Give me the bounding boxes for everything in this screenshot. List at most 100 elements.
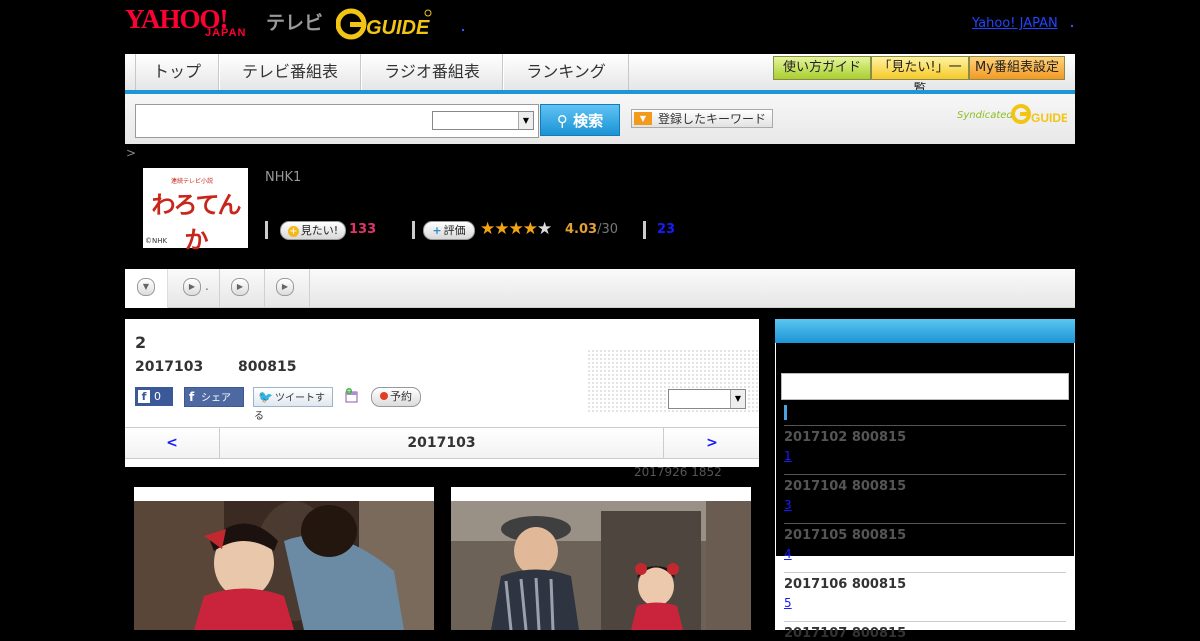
search-icon: ⚲ bbox=[556, 112, 568, 130]
mitai-count: 133 bbox=[349, 222, 377, 237]
program-tabs: ▼ ▶ . ▶ ▶ bbox=[125, 269, 1075, 308]
episode-photo[interactable] bbox=[451, 487, 751, 630]
separator-dot bbox=[1071, 25, 1073, 27]
tv-logo-text[interactable]: テレビ bbox=[266, 8, 323, 35]
facebook-share-button[interactable]: f シェア bbox=[184, 387, 244, 407]
play-icon[interactable]: ▶ bbox=[231, 278, 249, 296]
nav-tab-ranking[interactable]: ランキング bbox=[503, 54, 629, 90]
facebook-share-label: シェア bbox=[201, 393, 231, 404]
reserve-label: 予約 bbox=[390, 390, 412, 403]
gguide-small-logo: GUIDE bbox=[1011, 104, 1067, 125]
sidebar-search-input[interactable] bbox=[781, 373, 1069, 400]
facebook-like-count: 0 bbox=[154, 390, 161, 403]
updated-timestamp: 2017926 1852 bbox=[634, 465, 722, 479]
sidebar-episode-link[interactable]: 1 bbox=[784, 449, 792, 463]
my-listings-settings-button[interactable]: My番組表設定 bbox=[969, 56, 1065, 80]
star-icon: ★★★★ bbox=[480, 219, 538, 239]
svg-text:GUIDE: GUIDE bbox=[366, 17, 430, 39]
registered-keywords-button[interactable]: ▼ 登録したキーワード bbox=[631, 109, 773, 128]
program-thumbnail[interactable]: 連続テレビ小説 わろてんか ©NHK bbox=[143, 168, 248, 254]
tweet-button[interactable]: 🐦 ツイートする bbox=[253, 387, 333, 422]
rate-button[interactable]: + 評価 bbox=[423, 221, 475, 240]
sidebar-episode-date: 2017106 800815 bbox=[784, 577, 907, 592]
divider bbox=[412, 221, 415, 239]
thumbnail-subtitle: 連続テレビ小説 bbox=[171, 178, 214, 185]
tab-divider bbox=[219, 269, 220, 307]
nav-tab-tv-listings[interactable]: テレビ番組表 bbox=[219, 54, 361, 90]
plus-icon: + bbox=[287, 226, 299, 237]
sidebar-episode-date: 2017102 800815 bbox=[784, 430, 907, 445]
episode-pager: < 2017103 > bbox=[125, 427, 759, 459]
rating-score: 4.03/30 bbox=[565, 222, 618, 237]
episode-photo[interactable] bbox=[134, 487, 434, 630]
chevron-down-icon: ▼ bbox=[730, 390, 745, 408]
facebook-like-button[interactable]: f0 bbox=[135, 387, 173, 406]
search-button-label: 検索 bbox=[573, 112, 604, 130]
thumbnail-credit: ©NHK bbox=[145, 237, 168, 245]
global-nav: トップ テレビ番組表 ラジオ番組表 ランキング 使い方ガイド 「見たい!」一覧 … bbox=[125, 54, 1075, 97]
divider bbox=[784, 523, 1066, 524]
nav-tab-radio-listings[interactable]: ラジオ番組表 bbox=[361, 54, 503, 90]
svg-text:GUIDE: GUIDE bbox=[1031, 111, 1067, 125]
separator-dot bbox=[462, 29, 464, 31]
facebook-icon: f bbox=[138, 390, 150, 403]
sidebar-episode-date: 2017105 800815 bbox=[784, 528, 907, 543]
divider bbox=[784, 425, 1066, 426]
episode-date: 2017103 bbox=[135, 359, 204, 375]
sidebar-episode-link[interactable]: 4 bbox=[784, 547, 792, 561]
mitai-list-button[interactable]: 「見たい!」一覧 bbox=[871, 56, 969, 97]
sidebar-episode-date: 2017107 800815 bbox=[784, 626, 907, 641]
twitter-bird-icon: 🐦 bbox=[258, 390, 273, 404]
usage-guide-button[interactable]: 使い方ガイド bbox=[773, 56, 871, 80]
breadcrumb[interactable]: > bbox=[126, 146, 136, 160]
tab-divider bbox=[264, 269, 265, 307]
svg-text:+: + bbox=[346, 388, 351, 395]
channel-name: NHK1 bbox=[265, 170, 302, 185]
episode-panel: 2 2017103 800815 f0 f シェア 🐦 ツイートする + 予約 ▼ … bbox=[125, 319, 759, 467]
facebook-icon: f bbox=[189, 390, 195, 404]
divider bbox=[784, 474, 1066, 475]
search-bar: ▼ ⚲ 検索 ▼ 登録したキーワード Syndicated GUIDE bbox=[125, 94, 1075, 144]
sidebar-episode-link[interactable]: 3 bbox=[784, 498, 792, 512]
rating-stars: ★★★★★ bbox=[480, 219, 552, 239]
sidebar-episode-link[interactable]: 5 bbox=[784, 596, 792, 610]
episode-time: 800815 bbox=[238, 359, 297, 375]
plus-icon: + bbox=[432, 224, 442, 237]
mitai-label: 見たい! bbox=[300, 224, 339, 237]
add-calendar-icon[interactable]: + bbox=[344, 388, 359, 403]
search-category-select[interactable]: ▼ bbox=[432, 111, 534, 130]
reserve-button[interactable]: 予約 bbox=[371, 387, 421, 407]
current-episode-date: 2017103 bbox=[407, 435, 476, 451]
chevron-down-icon: ▼ bbox=[518, 112, 533, 129]
yahoo-japan-link[interactable]: Yahoo! JAPAN bbox=[972, 16, 1058, 31]
star-empty-icon: ★ bbox=[536, 219, 552, 239]
divider bbox=[265, 221, 268, 239]
tab-divider bbox=[309, 269, 310, 307]
next-episode-link[interactable]: > bbox=[663, 428, 760, 458]
sidebar-episode-date: 2017104 800815 bbox=[784, 479, 907, 494]
episode-select[interactable]: ▼ bbox=[668, 389, 746, 409]
divider bbox=[784, 572, 1066, 573]
syndicated-label: Syndicated bbox=[957, 110, 1013, 121]
mitai-button[interactable]: + 見たい! bbox=[280, 221, 346, 240]
gguide-logo[interactable]: GUIDE bbox=[336, 8, 432, 40]
review-count-link[interactable]: 23 bbox=[657, 222, 675, 237]
play-icon[interactable]: ▶ bbox=[276, 278, 294, 296]
sidebar-header bbox=[775, 319, 1075, 343]
rating-count: /30 bbox=[597, 222, 618, 237]
tab-label: . bbox=[205, 279, 209, 293]
record-dot-icon bbox=[380, 392, 388, 400]
divider bbox=[643, 221, 646, 239]
rating-value: 4.03 bbox=[565, 222, 598, 237]
photo-boy-and-girl bbox=[451, 501, 751, 630]
search-button[interactable]: ⚲ 検索 bbox=[540, 104, 620, 136]
tab-active[interactable]: ▼ bbox=[125, 269, 168, 308]
divider bbox=[784, 621, 1066, 622]
chevron-down-icon: ▼ bbox=[137, 278, 155, 296]
section-marker bbox=[784, 405, 787, 420]
previous-episode-link[interactable]: < bbox=[125, 428, 220, 458]
sidebar-list-bg bbox=[775, 556, 1075, 630]
arrow-down-icon: ▼ bbox=[634, 112, 652, 125]
play-icon[interactable]: ▶ bbox=[183, 278, 201, 296]
nav-tab-top[interactable]: トップ bbox=[135, 54, 219, 90]
